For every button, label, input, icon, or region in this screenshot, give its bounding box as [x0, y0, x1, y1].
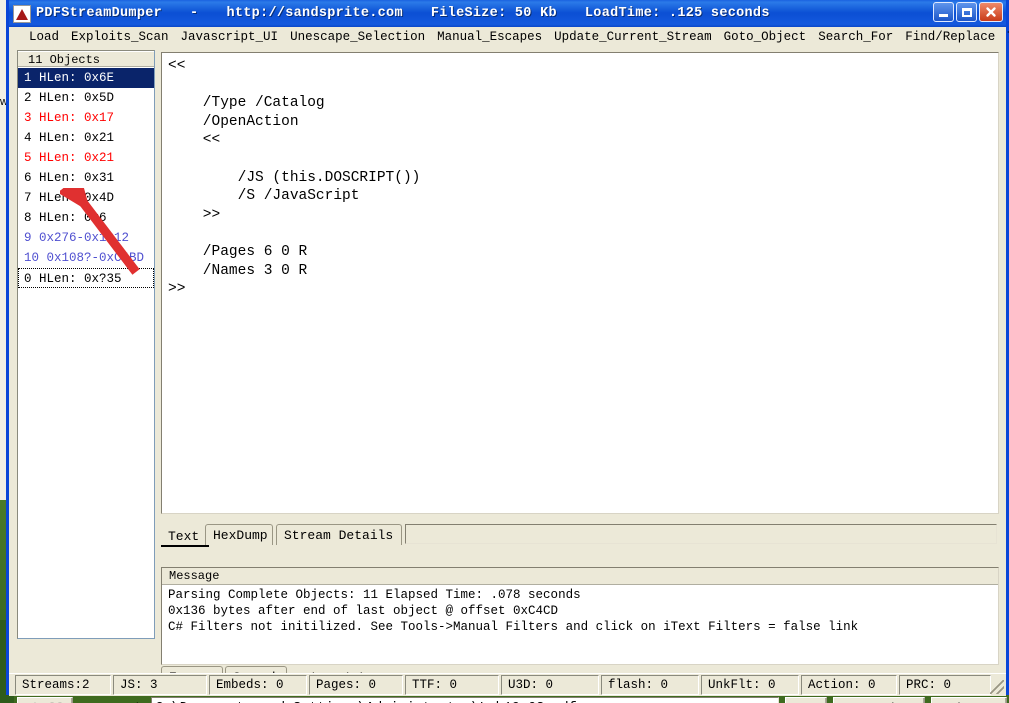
status-streams: Streams:2 [15, 675, 111, 695]
stream-filter-input[interactable] [405, 524, 997, 544]
stream-text-panel[interactable]: << /Type /Catalog /OpenAction << /JS (th… [161, 52, 999, 514]
status-embeds: Embeds: 0 [209, 675, 307, 695]
tab-text[interactable]: Text [161, 526, 209, 547]
title-bar: PDFStreamDumper - http://sandsprite.com Fil… [9, 0, 1006, 27]
message-panel-header: Message [162, 568, 998, 585]
tab-hexdump[interactable]: HexDump [205, 524, 273, 545]
list-item[interactable]: 7 HLen: 0x4D [18, 188, 154, 208]
pdfstreamdumper-window: PDFStreamDumper - http://sandsprite.com Fil… [6, 0, 1009, 703]
pdf-path-input[interactable]: C:\Documents and Settings\Administrator\… [151, 697, 779, 703]
object-list[interactable]: 1 HLen: 0x6E 2 HLen: 0x5D 3 HLen: 0x17 4… [18, 67, 154, 288]
list-item[interactable]: 10 0x108?-0xC4BD [18, 248, 154, 268]
object-list-header: 11 Objects [18, 51, 154, 67]
list-item[interactable]: 6 HLen: 0x31 [18, 168, 154, 188]
menu-item-load[interactable]: Load [23, 29, 65, 45]
window-body: 11 Objects 1 HLen: 0x6E 2 HLen: 0x5D 3 H… [9, 48, 1007, 703]
pdf-app-icon [13, 4, 31, 23]
status-bar: Streams:2 JS: 3 Embeds: 0 Pages: 0 TTF: … [9, 673, 1006, 696]
title-separator: - [190, 6, 199, 21]
window-controls [933, 2, 1003, 22]
menu-item-find-replace[interactable]: Find/Replace [899, 29, 1001, 45]
status-js: JS: 3 [113, 675, 207, 695]
status-ttf: TTF: 0 [405, 675, 499, 695]
minimize-icon [939, 13, 948, 17]
list-item[interactable]: 3 HLen: 0x17 [18, 108, 154, 128]
message-row: 0x136 bytes after end of last object @ o… [168, 604, 559, 618]
list-item[interactable]: 2 HLen: 0x5D [18, 88, 154, 108]
message-list: Parsing Complete Objects: 11 Elapsed Tim… [162, 585, 998, 635]
menu-item-manual-escapes[interactable]: Manual_Escapes [431, 29, 548, 45]
status-action: Action: 0 [801, 675, 897, 695]
shell-button[interactable]: Shell [17, 696, 73, 703]
status-pages: Pages: 0 [309, 675, 403, 695]
status-unkflt: UnkFlt: 0 [701, 675, 799, 695]
title-url: http://sandsprite.com [226, 6, 403, 21]
close-button[interactable] [979, 2, 1003, 22]
list-item[interactable]: 9 0x276-0x1012 [18, 228, 154, 248]
close-icon [986, 7, 996, 17]
browse-button[interactable]: ... [785, 696, 827, 703]
resize-grip-icon[interactable] [990, 680, 1004, 694]
load-button[interactable]: Load [833, 696, 925, 703]
menu-bar: Load Exploits_Scan Javascript_UI Unescap… [9, 27, 1009, 48]
screen: w PDFStreamDumper - http://sandsprite.com F… [0, 0, 1009, 703]
list-item[interactable]: 8 HLen: 0x6 [18, 208, 154, 228]
list-item[interactable]: 5 HLen: 0x21 [18, 148, 154, 168]
menu-item-search-for[interactable]: Search_For [812, 29, 899, 45]
menu-item-tools[interactable]: Tools [1001, 29, 1009, 45]
object-list-panel: 11 Objects 1 HLen: 0x6E 2 HLen: 0x5D 3 H… [17, 50, 155, 639]
message-row: Parsing Complete Objects: 11 Elapsed Tim… [168, 587, 998, 603]
minimize-button[interactable] [933, 2, 954, 22]
title-app-name: PDFStreamDumper [36, 6, 163, 21]
message-panel: Message Parsing Complete Objects: 11 Ela… [161, 567, 999, 665]
stream-text-content: << /Type /Catalog /OpenAction << /JS (th… [168, 58, 421, 298]
list-item[interactable]: 4 HLen: 0x21 [18, 128, 154, 148]
view-tab-strip: Text HexDump Stream Details [161, 520, 999, 547]
window-title: PDFStreamDumper - http://sandsprite.com Fil… [36, 6, 770, 21]
status-prc: PRC: 0 [899, 675, 991, 695]
list-item[interactable]: 1 HLen: 0x6E [18, 68, 154, 88]
menu-item-unescape-selection[interactable]: Unescape_Selection [284, 29, 431, 45]
maximize-icon [961, 7, 972, 17]
maximize-button[interactable] [956, 2, 977, 22]
status-flash: flash: 0 [601, 675, 699, 695]
list-item[interactable]: 0 HLen: 0x?35 [18, 268, 154, 288]
menu-item-update-current-stream[interactable]: Update_Current_Stream [548, 29, 718, 45]
menu-item-exploits-scan[interactable]: Exploits_Scan [65, 29, 175, 45]
status-u3d: U3D: 0 [501, 675, 599, 695]
title-filesize: FileSize: 50 Kb [430, 6, 557, 21]
tab-stream-details[interactable]: Stream Details [276, 524, 402, 545]
message-row: C# Filters not initilized. See Tools->Ma… [168, 620, 859, 634]
message-text: Parsing Complete Objects: 11 Elapsed Tim… [168, 588, 581, 602]
abort-button[interactable]: Abort [931, 696, 1007, 703]
menu-item-goto-object[interactable]: Goto_Object [718, 29, 813, 45]
menu-item-javascript-ui[interactable]: Javascript_UI [175, 29, 285, 45]
title-loadtime: LoadTime: .125 seconds [584, 6, 770, 21]
